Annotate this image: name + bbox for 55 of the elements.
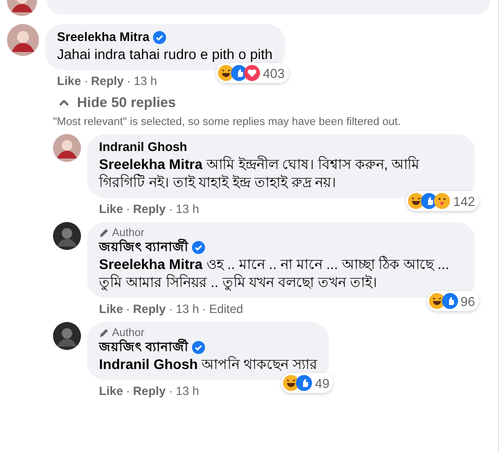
hugging-emoji-icon — [434, 193, 450, 209]
separator: · — [126, 302, 130, 316]
action-link[interactable]: Like — [99, 384, 124, 398]
comment-text: Indranil Ghosh আপনি থাকছেন স্যার — [99, 355, 318, 373]
separator: · — [126, 74, 131, 88]
verified-icon — [153, 30, 166, 44]
reaction-summary[interactable]: 403 — [216, 63, 289, 83]
reaction-summary[interactable]: 96 — [426, 291, 479, 311]
commenter-name[interactable]: Sreelekha Mitra — [57, 29, 150, 45]
action-link[interactable]: Like — [99, 202, 124, 216]
timestamp: 13 h — [134, 74, 158, 88]
caret-icon — [59, 98, 69, 106]
author-label: Author — [112, 227, 144, 239]
hide-replies-button[interactable]: Hide 50 replies — [59, 94, 176, 110]
commenter-name[interactable]: জয়জিৎ ব্যানার্জী — [99, 239, 188, 255]
timestamp: Edited — [209, 302, 244, 316]
filter-note: "Most relevant" is selected, so some replies may have been filtered out. — [53, 116, 402, 128]
laughing-emoji-icon — [282, 375, 299, 391]
author-label: Author — [112, 327, 144, 339]
laughing-emoji-icon — [428, 293, 445, 309]
action-link[interactable]: Reply — [133, 202, 166, 216]
action-link[interactable]: Like — [99, 302, 124, 316]
laughing-emoji-icon — [218, 65, 234, 81]
thumbs-up-icon — [442, 293, 458, 309]
pencil-icon — [99, 228, 109, 238]
timestamp: 13 h — [176, 202, 200, 216]
thumbs-up-icon — [230, 65, 247, 81]
avatar — [7, 24, 39, 56]
avatar — [53, 222, 81, 250]
comment-text: Sreelekha Mitra ওহ .. মানে .. না মানে ... আচ্ছা ঠিক আছে ... তুমি আমার সিনিয়র .. তুমি যখন বলছো তখন তাই। — [99, 255, 450, 291]
thumbs-up-icon — [296, 375, 312, 391]
commenter-name[interactable]: Indranil Ghosh — [99, 139, 188, 155]
action-link[interactable]: Reply — [133, 384, 166, 398]
avatar — [53, 322, 81, 350]
separator: · — [168, 202, 173, 216]
separator: · — [202, 302, 206, 316]
avatar — [53, 134, 81, 162]
action-link[interactable]: Reply — [91, 74, 124, 88]
pencil-icon — [99, 328, 109, 338]
timestamp: 13 h — [176, 302, 200, 316]
separator: · — [84, 74, 88, 88]
reaction-summary[interactable]: 142 — [406, 191, 479, 211]
commenter-name[interactable]: জয়জিৎ ব্যানার্জী — [99, 339, 188, 355]
comment-text: Sreelekha Mitra আমি ইন্দ্রনীল ঘোষ। বিশ্বাস করুন, আমি গিরগিটি নই। তাই যাহাই ইন্দ্র তাহাই রুদ্র নয়। — [99, 155, 421, 191]
reaction-summary[interactable]: 49 — [280, 373, 334, 393]
timestamp: 13 h — [176, 384, 200, 398]
action-link[interactable]: Like — [57, 74, 82, 88]
action-link[interactable]: Reply — [133, 302, 166, 316]
verified-icon — [192, 340, 206, 354]
verified-icon — [192, 240, 206, 254]
separator: · — [126, 202, 130, 216]
separator: · — [126, 384, 130, 398]
separator: · — [168, 302, 173, 316]
comment-text: Jahai indra tahai rudro e pith o pith — [57, 45, 273, 63]
separator: · — [168, 384, 173, 398]
